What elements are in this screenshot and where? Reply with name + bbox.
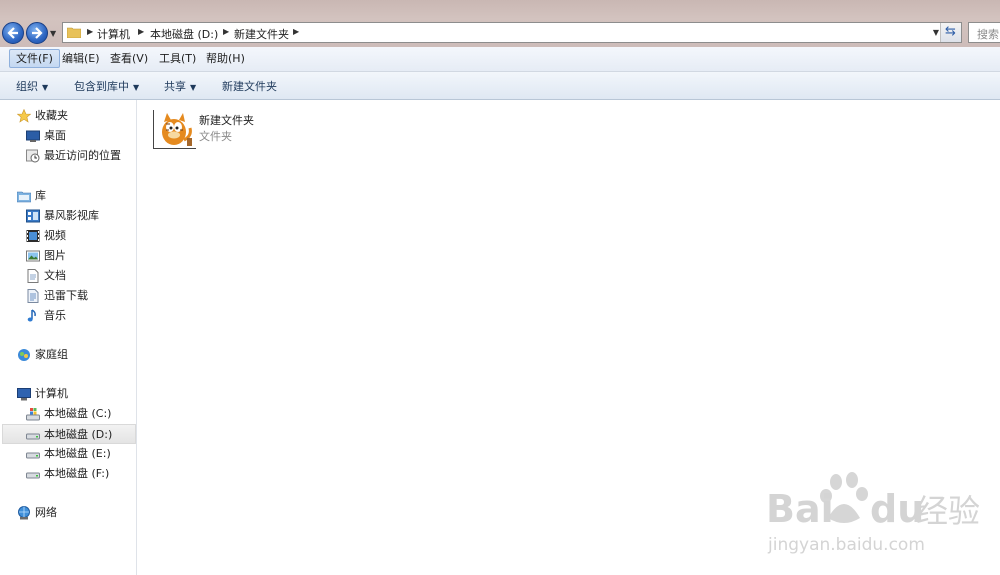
tree-label: 计算机 bbox=[35, 387, 68, 400]
search-box[interactable]: 搜索 bbox=[968, 22, 1000, 43]
tree-label: 视频 bbox=[44, 229, 66, 242]
share-label: 共享 bbox=[164, 80, 186, 93]
tree-drive-d[interactable]: 本地磁盘 (D:) bbox=[2, 424, 136, 444]
tree-label: 文档 bbox=[44, 269, 66, 282]
breadcrumb-separator[interactable]: ▶ bbox=[87, 27, 93, 36]
menu-edit[interactable]: 编辑(E) bbox=[56, 50, 106, 67]
hard-drive-icon bbox=[26, 452, 40, 459]
tree-label: 本地磁盘 (F:) bbox=[44, 467, 110, 480]
tree-label: 本地磁盘 (D:) bbox=[44, 428, 113, 441]
tree-label: 本地磁盘 (E:) bbox=[44, 447, 111, 460]
tree-drive-e[interactable]: 本地磁盘 (E:) bbox=[26, 444, 131, 464]
address-dropdown[interactable]: ▼ bbox=[933, 28, 939, 37]
hard-drive-icon bbox=[26, 472, 40, 479]
tree-desktop[interactable]: 桌面 bbox=[26, 126, 131, 146]
forward-button[interactable] bbox=[26, 22, 48, 44]
folder-item[interactable]: 新建文件夹 文件夹 bbox=[153, 108, 273, 150]
include-in-library-label: 包含到库中 bbox=[74, 80, 129, 93]
tree-computer[interactable]: 计算机 bbox=[17, 384, 127, 404]
navigation-bar: ▼ ▶ 计算机 ▶ 本地磁盘 (D:) ▶ 新建文件夹 ▶ ▼ ⇆ 搜索 bbox=[0, 0, 1000, 47]
folder-icon bbox=[67, 27, 81, 38]
back-button[interactable] bbox=[2, 22, 24, 44]
command-bar: 组织 ▼ 包含到库中 ▼ 共享 ▼ 新建文件夹 bbox=[0, 72, 1000, 100]
new-folder-button[interactable]: 新建文件夹 bbox=[222, 78, 277, 94]
menu-bar: 文件(F) 编辑(E) 查看(V) 工具(T) 帮助(H) bbox=[0, 47, 1000, 72]
breadcrumb-separator[interactable]: ▶ bbox=[138, 27, 144, 36]
tree-videos[interactable]: 视频 bbox=[26, 226, 131, 246]
chevron-down-icon: ▼ bbox=[42, 83, 49, 92]
folder-name: 新建文件夹 bbox=[199, 114, 254, 127]
tree-label: 暴风影视库 bbox=[44, 209, 99, 222]
breadcrumb-new-folder[interactable]: 新建文件夹 bbox=[234, 26, 289, 42]
system-drive-icon bbox=[26, 408, 40, 421]
tree-label: 桌面 bbox=[44, 129, 66, 142]
document-icon bbox=[27, 269, 39, 283]
picture-icon bbox=[26, 250, 40, 262]
arrow-right-icon bbox=[32, 27, 43, 39]
chevron-down-icon: ▼ bbox=[133, 83, 140, 92]
menu-file[interactable]: 文件(F) bbox=[9, 49, 60, 68]
tree-homegroup[interactable]: 家庭组 bbox=[17, 345, 127, 365]
video-icon bbox=[26, 230, 40, 242]
download-folder-icon bbox=[27, 289, 39, 303]
refresh-icon: ⇆ bbox=[945, 24, 956, 39]
refresh-button[interactable]: ⇆ bbox=[940, 23, 961, 42]
include-in-library-button[interactable]: 包含到库中 ▼ bbox=[74, 78, 139, 94]
tree-label: 图片 bbox=[44, 249, 66, 262]
tree-label: 网络 bbox=[35, 506, 57, 519]
music-note-icon bbox=[27, 309, 36, 322]
computer-icon bbox=[17, 388, 31, 401]
breadcrumb-separator[interactable]: ▶ bbox=[293, 27, 299, 36]
desktop-icon bbox=[26, 130, 40, 142]
tree-network[interactable]: 网络 bbox=[17, 503, 127, 523]
share-button[interactable]: 共享 ▼ bbox=[164, 78, 196, 94]
tree-recent-places[interactable]: 最近访问的位置 bbox=[26, 146, 136, 166]
breadcrumb-separator[interactable]: ▶ bbox=[223, 27, 229, 36]
menu-help[interactable]: 帮助(H) bbox=[200, 50, 251, 67]
file-list: 新建文件夹 文件夹 bbox=[137, 100, 1000, 575]
address-bar[interactable]: ▶ 计算机 ▶ 本地磁盘 (D:) ▶ 新建文件夹 ▶ ▼ ⇆ bbox=[62, 22, 962, 43]
breadcrumb-computer[interactable]: 计算机 bbox=[97, 26, 130, 42]
tree-baofeng-library[interactable]: 暴风影视库 bbox=[26, 206, 131, 226]
tree-drive-c[interactable]: 本地磁盘 (C:) bbox=[26, 404, 131, 424]
menu-view[interactable]: 查看(V) bbox=[104, 50, 154, 67]
organize-button[interactable]: 组织 ▼ bbox=[16, 78, 48, 94]
network-icon bbox=[18, 506, 30, 520]
tree-label: 音乐 bbox=[44, 309, 66, 322]
chevron-down-icon: ▼ bbox=[190, 83, 197, 92]
recent-pages-dropdown[interactable]: ▼ bbox=[50, 29, 56, 38]
folder-type: 文件夹 bbox=[199, 130, 232, 143]
hard-drive-icon bbox=[26, 433, 40, 440]
tree-drive-f[interactable]: 本地磁盘 (F:) bbox=[26, 464, 131, 484]
menu-tools[interactable]: 工具(T) bbox=[153, 50, 202, 67]
tree-documents[interactable]: 文档 bbox=[26, 266, 131, 286]
recent-places-icon bbox=[26, 149, 40, 163]
arrow-left-icon bbox=[7, 27, 18, 39]
tree-label: 家庭组 bbox=[35, 348, 68, 361]
tree-label: 收藏夹 bbox=[35, 109, 68, 122]
tree-label: 库 bbox=[35, 189, 46, 202]
navigation-pane: 收藏夹 桌面 最近访问的位置 库 暴风影视库 视频 图片 文档 迅雷下载 音乐 … bbox=[0, 100, 137, 575]
tree-music[interactable]: 音乐 bbox=[26, 306, 131, 326]
library-icon bbox=[17, 191, 31, 203]
tree-label: 本地磁盘 (C:) bbox=[44, 407, 112, 420]
breadcrumb-drive-d[interactable]: 本地磁盘 (D:) bbox=[150, 26, 218, 42]
tree-pictures[interactable]: 图片 bbox=[26, 246, 131, 266]
search-placeholder: 搜索 bbox=[977, 28, 999, 41]
tree-xunlei-downloads[interactable]: 迅雷下载 bbox=[26, 286, 131, 306]
folder-thumbnail-icon bbox=[153, 110, 196, 149]
tree-label: 迅雷下载 bbox=[44, 289, 88, 302]
star-icon bbox=[17, 109, 31, 123]
film-library-icon bbox=[26, 209, 40, 223]
homegroup-icon bbox=[18, 349, 30, 361]
tree-libraries[interactable]: 库 bbox=[17, 186, 127, 206]
tree-label: 最近访问的位置 bbox=[44, 149, 121, 162]
tree-favorites[interactable]: 收藏夹 bbox=[17, 106, 127, 126]
organize-label: 组织 bbox=[16, 80, 38, 93]
